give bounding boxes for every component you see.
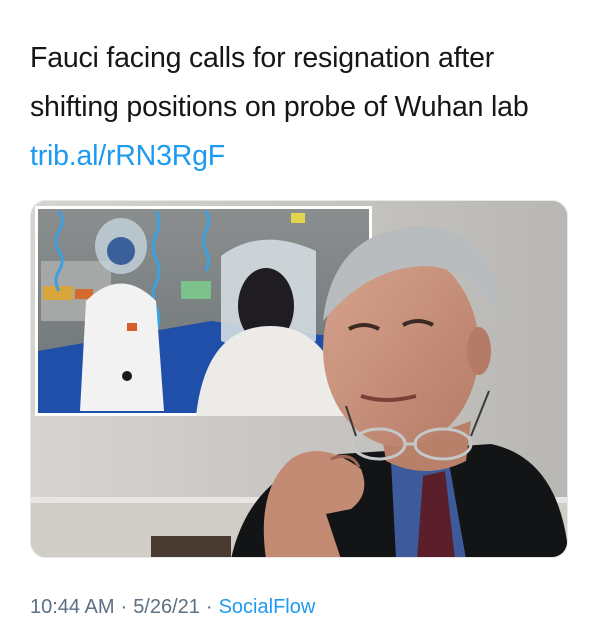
tweet-date[interactable]: 5/26/21 — [133, 596, 200, 618]
tweet: Fauci facing calls for resignation after… — [0, 0, 596, 640]
meta-separator: · — [120, 596, 128, 618]
tweet-time[interactable]: 10:44 AM — [30, 596, 115, 618]
photo-composite-icon — [31, 201, 567, 557]
tweet-media-image[interactable] — [30, 200, 568, 558]
tweet-body-text: Fauci facing calls for resignation after… — [30, 42, 529, 123]
meta-separator: · — [205, 596, 213, 618]
tweet-text: Fauci facing calls for resignation after… — [30, 34, 575, 181]
tweet-link[interactable]: trib.al/rRN3RgF — [30, 140, 225, 172]
tweet-meta: 10:44 AM · 5/26/21 · SocialFlow — [30, 594, 315, 620]
tweet-source[interactable]: SocialFlow — [219, 596, 316, 618]
inset-lab-photo — [35, 206, 372, 416]
